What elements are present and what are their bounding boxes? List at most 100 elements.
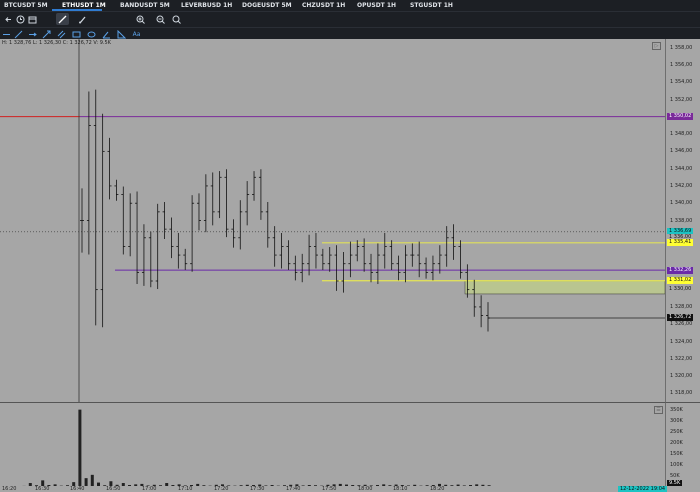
ohlc-bar (403, 245, 408, 283)
volume-tick-label: 350K (670, 406, 683, 413)
maximize-icon[interactable]: ▷ (652, 42, 661, 50)
time-tick-label: 17:00 (142, 486, 157, 492)
price-label: 1 350,02 (667, 113, 694, 121)
ohlc-bar (114, 179, 119, 201)
volume-bar (78, 409, 82, 487)
ohlc-bar (300, 253, 305, 283)
price-tick-label: 1 354,00 (670, 79, 693, 86)
time-tick-label: 17:20 (214, 486, 229, 492)
ohlc-bar (148, 231, 153, 288)
time-tick-label: 16:50 (106, 486, 121, 492)
ohlc-bar (320, 248, 325, 270)
ohlc-bar (279, 232, 284, 269)
tab-leverbusd-1h[interactable]: LEVERBUSD 1H (181, 1, 232, 10)
tab-btcusdt-5m[interactable]: BTCUSDT 5M (4, 1, 48, 10)
price-tick-label: 1 318,00 (670, 390, 693, 397)
ohlc-bar (258, 169, 263, 220)
time-axis[interactable]: 16:20 16:30 16:40 16:50 17:00 17:10 17:20 17:30… (0, 486, 700, 492)
price-scale[interactable]: 1 358,00 1 356,00 1 354,00 1 352,00 1 348,00… (665, 39, 700, 402)
ohlc-bar (369, 253, 374, 283)
ohlc-bar (93, 89, 98, 326)
ohlc-bar (293, 255, 298, 281)
ohlc-bar (183, 248, 188, 270)
ohlc-bar (410, 243, 415, 267)
volume-tick-label: 150K (670, 450, 683, 457)
ohlc-bar (286, 240, 291, 270)
ohlc-bar (217, 171, 222, 219)
zoom-in-icon[interactable] (134, 13, 147, 25)
ohlc-bar (348, 241, 353, 278)
ohlc-bar (128, 193, 133, 257)
ohlc-bar (313, 232, 318, 269)
price-tick-label: 1 344,00 (670, 165, 693, 172)
price-tick-label: 1 346,00 (670, 148, 693, 155)
ohlc-bar (444, 226, 449, 267)
ohlc-bar (389, 240, 394, 270)
price-tick-label: 1 358,00 (670, 44, 693, 51)
time-tick-label: 17:30 (250, 486, 265, 492)
time-tick-label: 16:20 (2, 486, 17, 492)
tab-bandusdt-5m[interactable]: BANDUSDT 5M (120, 1, 170, 10)
time-tick-label: 17:40 (286, 486, 301, 492)
brush-icon[interactable] (76, 13, 89, 25)
price-tick-label: 1 352,00 (670, 96, 693, 103)
tab-chzusdt-1h[interactable]: CHZUSDT 1H (302, 1, 345, 10)
ohlc-bar (486, 302, 490, 332)
search-icon[interactable] (170, 13, 183, 25)
ohlc-bar (327, 247, 332, 272)
price-tick-label: 1 324,00 (670, 338, 693, 345)
ohlc-bar (424, 257, 429, 279)
pane-settings-icon[interactable]: ☰ (654, 406, 663, 414)
volume-tick-label: 250K (670, 428, 683, 435)
ohlc-bar (176, 232, 181, 269)
ohlc-bar (86, 91, 91, 255)
calendar-icon[interactable] (26, 13, 39, 25)
price-tick-label: 1 340,00 (670, 200, 693, 207)
price-tick-label: 1 320,00 (670, 373, 693, 380)
time-tick-label: 18:00 (358, 486, 373, 492)
ohlc-bar (121, 186, 126, 255)
ohlc-readout: H: 1 328,76 L: 1 326,30 C: 1 326,72 V: 9… (2, 40, 111, 46)
chart-canvas[interactable] (0, 39, 665, 402)
ohlc-bar (430, 255, 435, 281)
demand-zone (464, 280, 665, 295)
price-tick-label: 1 322,00 (670, 355, 693, 362)
ohlc-bar (196, 193, 201, 231)
ohlc-bar (80, 188, 84, 253)
volume-scale[interactable]: 350K 300K 250K 200K 150K 100K 50K 9.5K (665, 402, 700, 487)
price-tick-label: 1 328,00 (670, 303, 693, 310)
ohlc-bar (479, 295, 484, 328)
ohlc-bar (307, 234, 312, 276)
volume-pane[interactable]: ☰ (0, 402, 665, 487)
ohlc-bar (155, 203, 160, 290)
price-label: 1 330,00 (667, 286, 694, 294)
volume-tick-label: 300K (670, 417, 683, 424)
time-tick-label: 16:30 (35, 486, 50, 492)
time-tick-label: 16:40 (70, 486, 85, 492)
price-chart[interactable]: H: 1 328,76 L: 1 326,30 C: 1 326,72 V: 9… (0, 39, 665, 402)
price-label: 1 326,72 (667, 314, 694, 322)
price-tick-label: 1 338,00 (670, 217, 693, 224)
volume-tick-label: 200K (670, 439, 683, 446)
tab-opusdt-1h[interactable]: OPUSDT 1H (357, 1, 396, 10)
line-tool-icon[interactable] (56, 13, 69, 25)
time-tick-label: 17:50 (322, 486, 337, 492)
tab-dogeusdt-5m[interactable]: DOGEUSDT 5M (242, 1, 292, 10)
time-tick-label: 18:10 (393, 486, 408, 492)
price-label: 1 332,26 (667, 266, 694, 274)
ohlc-bar (375, 243, 380, 285)
ohlc-bar (417, 241, 422, 278)
volume-tick-label: 50K (670, 472, 680, 479)
ohlc-bar (355, 240, 360, 262)
ohlc-bar (396, 255, 401, 281)
ohlc-bar (190, 195, 195, 272)
ohlc-bar (362, 238, 367, 272)
ohlc-bar (245, 181, 250, 226)
ohlc-bar (265, 202, 270, 248)
zoom-out-icon[interactable] (154, 13, 167, 25)
time-tick-label: 18:20 (430, 486, 445, 492)
ohlc-bar (437, 245, 442, 274)
price-tick-label: 1 348,00 (670, 131, 693, 138)
tab-stgusdt-1h[interactable]: STGUSDT 1H (410, 1, 453, 10)
ohlc-bar (100, 113, 105, 328)
